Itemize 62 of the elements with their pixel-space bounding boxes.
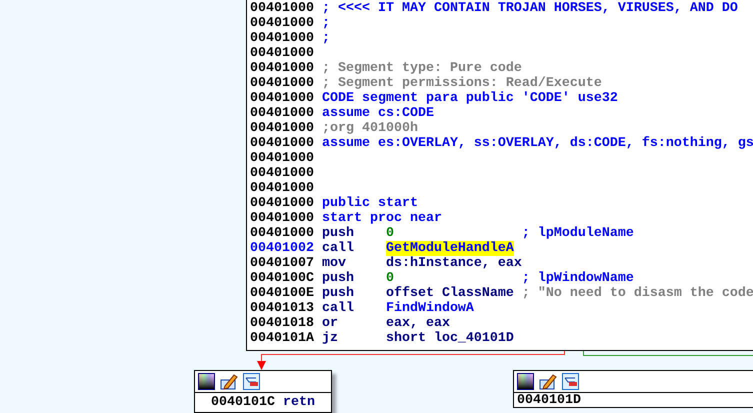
instruction-operand: ds:hInstance, eax <box>386 256 522 271</box>
line-address: 00401000 <box>250 61 315 76</box>
code-directive: public start <box>322 196 418 211</box>
instruction-operand: offset ClassName <box>386 286 514 301</box>
line-address: 00401000 <box>250 151 315 166</box>
code-directive: ; <box>322 16 330 31</box>
instruction-mnemonic: push <box>322 226 355 241</box>
color-palette-icon[interactable] <box>198 373 215 390</box>
line-address: 00401000 <box>250 31 315 46</box>
instruction-operand[interactable]: GetModuleHandleA <box>386 241 514 256</box>
instruction-mnemonic: jz <box>322 331 339 346</box>
graph-icon[interactable] <box>243 373 260 390</box>
line-address: 00401007 <box>250 256 315 271</box>
pencil-icon[interactable] <box>220 373 238 390</box>
instruction-mnemonic: call <box>322 241 355 256</box>
line-address: 00401000 <box>250 46 315 61</box>
line-address: 00401000 <box>250 211 315 226</box>
line-address: 00401000 <box>250 76 315 91</box>
instruction-mnemonic: retn <box>282 395 315 410</box>
pencil-icon[interactable] <box>539 373 557 390</box>
code-comment: ; Segment permissions: Read/Execute <box>322 76 602 91</box>
code-comment: ; lpModuleName <box>520 226 634 241</box>
line-address: 00401000 <box>250 196 315 211</box>
code-comment: ; Segment type: Pure code <box>322 61 522 76</box>
code-comment: ; "No need to disasm the code <box>520 286 753 301</box>
line-address: 0040100E <box>250 286 315 301</box>
line-address: 00401013 <box>250 301 315 316</box>
code-comment: ;org 401000h <box>322 121 418 136</box>
instruction-operand: eax, eax <box>386 316 450 331</box>
code-directive: assume cs:CODE <box>322 106 434 121</box>
graph-icon[interactable] <box>562 373 579 390</box>
instruction-mnemonic: push <box>322 271 355 286</box>
code-directive: ; <<<< IT MAY CONTAIN TROJAN HORSES, VIRUSES, AND DO <box>322 1 738 16</box>
code-comment: ; lpWindowName <box>520 271 634 286</box>
line-address: 0040101D <box>517 394 582 407</box>
line-address: 00401002 <box>250 241 315 256</box>
code-directive: CODE segment para public 'CODE' use32 <box>322 91 618 106</box>
line-address: 00401000 <box>250 166 315 181</box>
line-address: 00401000 <box>250 121 315 136</box>
instruction-operand: 0 <box>386 271 394 286</box>
line-address: 0040101A <box>250 331 315 346</box>
line-address: 00401000 <box>250 106 315 121</box>
line-address: 00401000 <box>250 1 315 16</box>
code-directive: ; <box>322 31 330 46</box>
instruction-operand: 0 <box>386 226 394 241</box>
instruction-mnemonic: push <box>322 286 355 301</box>
line-address: 00401000 <box>250 181 315 196</box>
line-address: 0040100C <box>250 271 315 286</box>
line-address: 00401000 <box>250 226 315 241</box>
code-directive: assume es:OVERLAY, ss:OVERLAY, ds:CODE, fs:nothing, gs <box>322 136 753 151</box>
line-address: 00401000 <box>250 91 315 106</box>
line-address: 00401000 <box>250 16 315 31</box>
instruction-mnemonic: mov <box>322 256 347 271</box>
instruction-mnemonic: or <box>322 316 339 331</box>
line-address: 00401018 <box>250 316 315 331</box>
line-address: 00401000 <box>250 136 315 151</box>
line-address: 0040101C <box>211 395 276 410</box>
code-directive: start proc near <box>322 211 442 226</box>
instruction-operand: short loc_40101D <box>386 331 514 346</box>
instruction-operand[interactable]: FindWindowA <box>386 301 474 316</box>
instruction-mnemonic: call <box>322 301 355 316</box>
color-palette-icon[interactable] <box>517 373 534 390</box>
